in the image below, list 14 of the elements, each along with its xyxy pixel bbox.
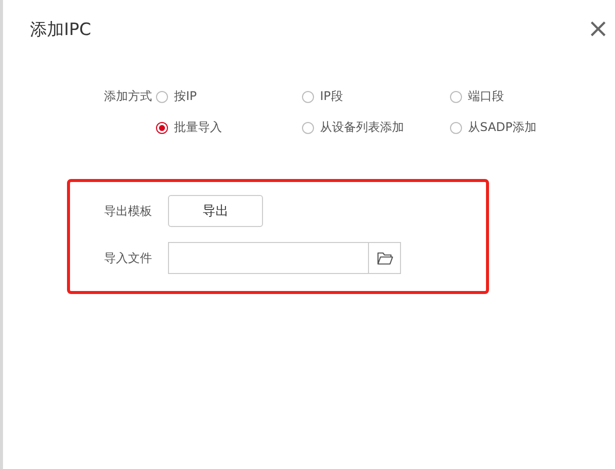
import-file-label: 导入文件 [104, 250, 153, 266]
radio-option[interactable]: IP段 [302, 88, 450, 105]
close-button[interactable]: × [587, 19, 609, 39]
radio-option[interactable]: 从SADP添加 [450, 119, 615, 136]
radio-option[interactable]: 批量导入 [156, 119, 302, 136]
radio-option[interactable]: 端口段 [450, 88, 615, 105]
radio-option[interactable]: 按IP [156, 88, 302, 105]
dialog-title: 添加IPC [30, 18, 92, 40]
export-button[interactable]: 导出 [168, 195, 263, 227]
radio-option[interactable]: 从设备列表添加 [302, 119, 450, 136]
file-path-field[interactable] [168, 242, 401, 274]
folder-icon [376, 252, 392, 264]
export-template-label: 导出模板 [104, 202, 153, 220]
add-mode-label: 添加方式 [104, 88, 153, 105]
